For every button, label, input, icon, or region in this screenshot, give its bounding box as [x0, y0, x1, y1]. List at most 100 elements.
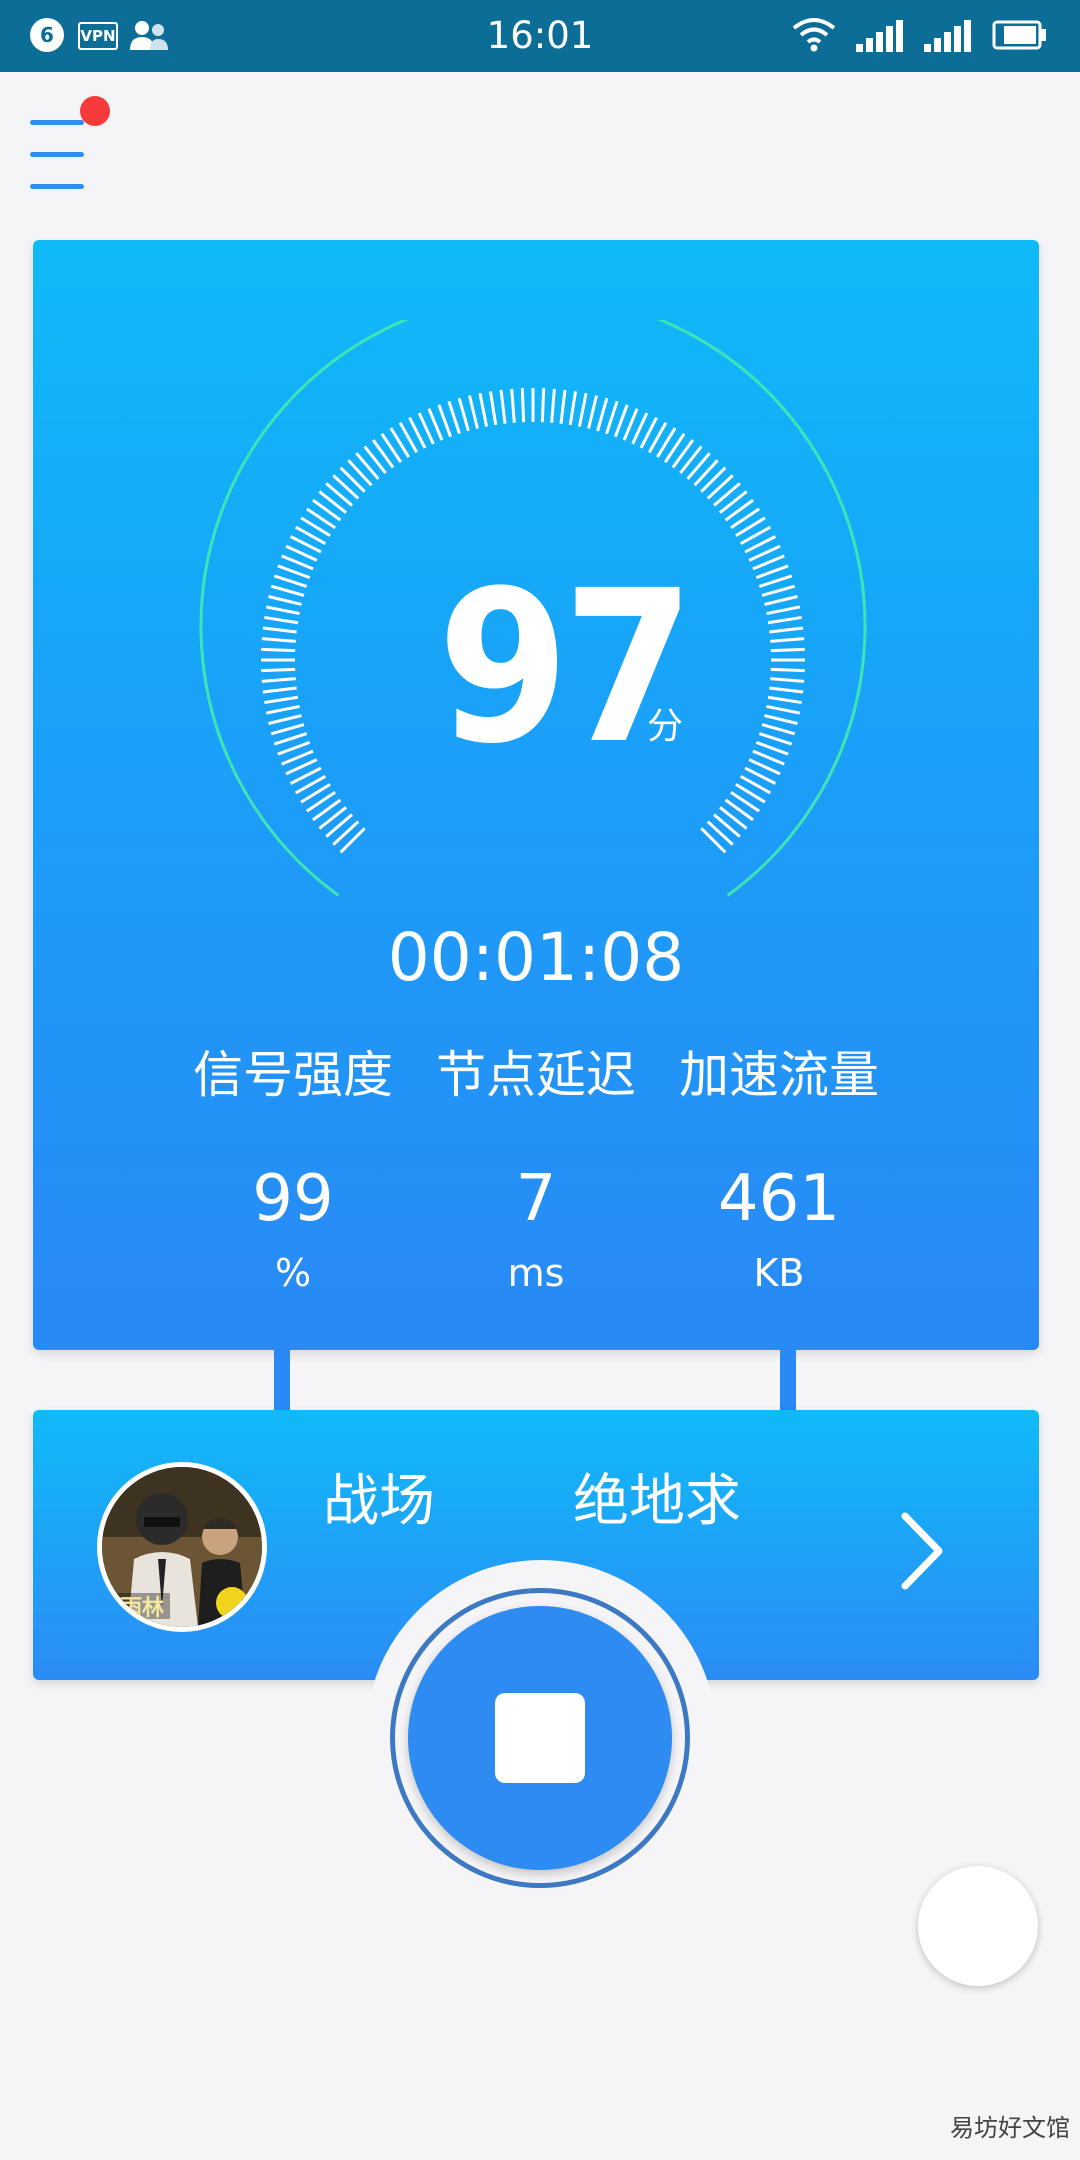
gauge-tick — [613, 404, 629, 438]
gauge-tick — [261, 637, 296, 643]
gauge-tick — [713, 813, 741, 838]
stop-icon — [495, 1693, 585, 1783]
clock: 16:01 — [486, 14, 594, 57]
traffic-value: 461 — [717, 1162, 841, 1236]
gauge-tick — [273, 574, 308, 588]
traffic-unit: KB — [753, 1251, 805, 1295]
gauge-tick — [766, 605, 801, 616]
battery-icon — [992, 20, 1046, 50]
gauge-tick — [277, 564, 311, 580]
gauge-tick — [437, 404, 453, 438]
cell-signal-1-icon — [856, 20, 903, 52]
gauge-tick — [700, 466, 727, 493]
score-unit: 分 — [647, 706, 684, 747]
gauge-tick — [447, 400, 461, 435]
gauge-tick — [488, 391, 498, 426]
gauge-tick — [261, 667, 296, 673]
gauge-tick — [520, 388, 526, 423]
gauge-tick — [261, 647, 296, 653]
gauge-tick — [587, 395, 598, 429]
gauge-tick — [706, 474, 734, 500]
gauge-tick — [510, 388, 516, 423]
gauge-tick — [265, 704, 300, 715]
gauge-tick — [770, 667, 805, 673]
gauge-tick — [755, 564, 789, 580]
gauge-tick — [770, 677, 805, 683]
gauge-tick — [713, 482, 741, 507]
notification-count-badge: 6 — [30, 18, 64, 52]
gauge-tick — [268, 714, 302, 725]
gauge-tick — [339, 827, 366, 854]
gauge-tick — [758, 732, 793, 746]
gauge-tick — [577, 392, 588, 427]
gauge-tick — [706, 820, 734, 846]
gauge-tick — [770, 647, 805, 653]
menu-button[interactable] — [28, 96, 124, 196]
gauge-tick — [596, 397, 609, 432]
gauge-tick — [262, 686, 297, 694]
gauge-tick — [764, 714, 798, 725]
notification-dot — [80, 96, 110, 126]
vpn-icon: VPN — [78, 22, 118, 50]
svg-text:雨林: 雨林 — [120, 1596, 164, 1621]
gauge-tick — [770, 637, 805, 643]
gauge-tick — [273, 732, 308, 746]
wifi-icon — [792, 18, 836, 52]
gauge-tick — [262, 626, 297, 634]
gauge-tick — [261, 677, 296, 683]
gauge-tick — [265, 605, 300, 616]
gauge-tick — [769, 686, 804, 694]
gauge-tick — [270, 723, 305, 736]
gauge-tick — [755, 740, 789, 756]
status-bar: 6 VPN 16:01 — [0, 0, 1080, 72]
traffic-label: 加速流量 — [679, 1046, 879, 1104]
gauge-tick — [264, 695, 299, 705]
menu-line — [30, 184, 84, 189]
gauge-tick — [355, 452, 380, 480]
watermark: 易坊好文馆 — [950, 2114, 1070, 2142]
gauge-tick — [325, 482, 353, 507]
stop-acceleration-button[interactable] — [408, 1606, 672, 1870]
gauge-tick — [499, 389, 507, 424]
gauge-tick — [693, 459, 719, 487]
game-name-marquee-1: 战场 — [323, 1469, 435, 1534]
game-avatar: 雨林 — [97, 1462, 267, 1632]
gauge-tick — [700, 827, 727, 854]
gauge-tick — [686, 452, 711, 480]
gauge-tick — [766, 704, 801, 715]
gauge-tick — [339, 466, 366, 493]
gauge-tick — [568, 391, 578, 426]
game-cover-image: 雨林 — [102, 1467, 262, 1627]
gauge-tick — [264, 615, 299, 625]
gauge-tick — [758, 574, 793, 588]
gauge-tick — [761, 584, 796, 597]
gauge-tick — [605, 400, 619, 435]
gauge-tick — [268, 595, 302, 606]
gauge-tick — [767, 615, 802, 625]
gauge-tick — [332, 474, 360, 500]
chevron-right-icon[interactable] — [893, 1506, 953, 1596]
gauge-tick — [540, 388, 546, 423]
gauge-tick — [769, 626, 804, 634]
acceleration-status-card: 97 分 00:01:08 信号强度 节点延迟 加速流量 99 7 461 % … — [33, 240, 1039, 1350]
gauge-tick — [332, 820, 360, 846]
gauge-tick — [457, 397, 470, 432]
elapsed-timer: 00:01:08 — [387, 919, 685, 996]
menu-line — [30, 120, 84, 125]
gauge-tick — [468, 395, 479, 429]
gauge-tick — [764, 595, 798, 606]
gauge-tick — [325, 813, 353, 838]
floating-assistive-button[interactable] — [918, 1866, 1038, 1986]
users-icon — [130, 21, 168, 50]
cell-signal-2-icon — [924, 20, 971, 52]
gauge-tick — [767, 695, 802, 705]
card-connector-left — [274, 1348, 290, 1410]
gauge-tick — [761, 723, 796, 736]
gauge-tick — [347, 459, 373, 487]
gauge-tick — [270, 584, 305, 597]
gauge-tick — [550, 388, 556, 423]
gauge-tick — [277, 740, 311, 756]
gauge-tick — [559, 389, 567, 424]
gauge-tick — [478, 392, 489, 427]
game-name-marquee-2: 绝地求 — [573, 1469, 741, 1534]
